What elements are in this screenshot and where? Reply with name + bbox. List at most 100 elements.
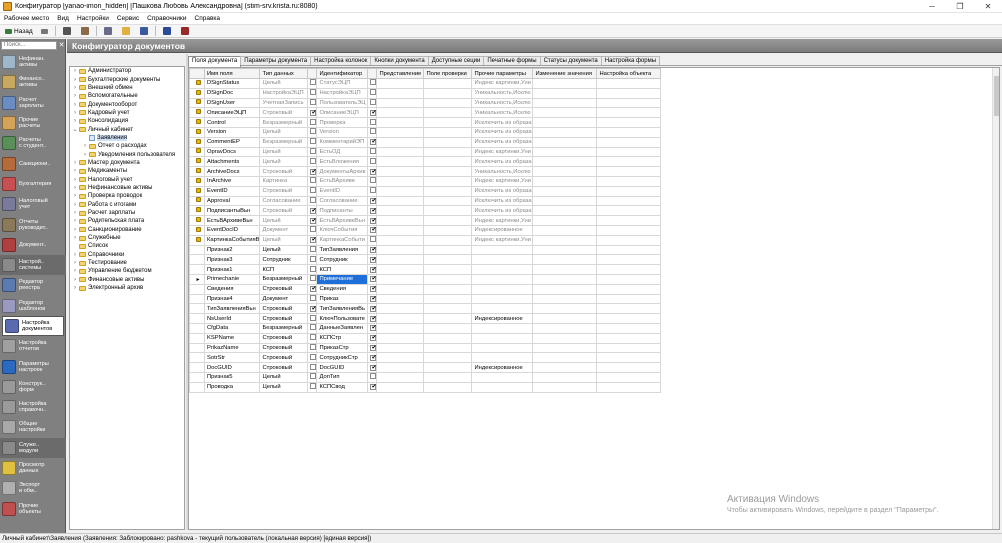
checkbox[interactable] xyxy=(310,363,316,370)
cell-check-field[interactable] xyxy=(423,136,473,148)
cell-check-field[interactable] xyxy=(423,195,473,207)
cell-value-change[interactable] xyxy=(532,185,598,197)
header-data-type[interactable]: Тип данных xyxy=(259,68,309,79)
checkbox[interactable] xyxy=(370,148,376,154)
cell-object-settings[interactable] xyxy=(596,117,662,128)
table-row[interactable]: PrikazName Строковый ПриказСтр ✔ xyxy=(189,342,662,354)
tree-item[interactable]: › Налоговый учет xyxy=(70,175,184,183)
cell-field-name[interactable]: EventDocID xyxy=(203,224,261,236)
cell-object-settings[interactable] xyxy=(596,244,662,256)
cell-value-change[interactable] xyxy=(532,381,598,393)
cell-data-type[interactable]: Строковый xyxy=(259,303,309,315)
cell-check-2[interactable]: ✔ xyxy=(367,224,378,236)
expand-icon[interactable]: › xyxy=(72,168,78,174)
cell-other-params[interactable]: Исключить из образа xyxy=(471,126,534,138)
tab-1[interactable]: Параметры документа xyxy=(240,56,312,65)
nav-item[interactable]: Редактор шаблонов xyxy=(0,296,66,316)
expand-icon[interactable]: › xyxy=(72,68,78,74)
table-row[interactable]: Признак1 КСП КСП ✔ xyxy=(189,264,662,275)
cell-representation[interactable] xyxy=(376,195,425,207)
cell-check-2[interactable]: ✔ xyxy=(367,215,378,226)
table-row[interactable]: ОписаниеЭЦП Строковый ✔ ОписаниеЭЦП ✔ Уникаль… xyxy=(189,107,662,119)
cell-identifier[interactable]: КСПСтр xyxy=(316,332,369,344)
cell-check-1[interactable] xyxy=(307,195,318,207)
cell-object-settings[interactable] xyxy=(596,293,662,305)
nav-item[interactable]: Расчеты с студент.. xyxy=(0,133,66,153)
cell-value-change[interactable] xyxy=(532,293,598,305)
cell-check-field[interactable] xyxy=(423,117,473,128)
cell-data-type[interactable]: Строковый xyxy=(259,107,309,119)
nav-item[interactable]: Экспорт и обм.. xyxy=(0,478,66,498)
cell-field-name[interactable]: DSignStatus xyxy=(203,78,261,89)
cell-object-settings[interactable] xyxy=(596,362,662,373)
checkbox[interactable]: ✔ xyxy=(370,256,376,263)
cell-object-settings[interactable] xyxy=(596,381,662,393)
cell-identifier[interactable]: ТипЗаявленияВь xyxy=(316,303,369,315)
cell-data-type[interactable]: Безразмерный xyxy=(259,117,309,128)
table-row[interactable]: Control Безразмерный Проверка Исключить из … xyxy=(189,117,662,128)
checkbox[interactable] xyxy=(310,128,316,135)
cell-identifier[interactable]: СтатусЭЦП xyxy=(316,78,369,89)
expand-icon[interactable]: › xyxy=(72,160,78,166)
cell-check-2[interactable]: ✔ xyxy=(367,205,378,217)
cell-field-name[interactable]: PrikazName xyxy=(203,342,261,354)
expand-icon[interactable]: › xyxy=(82,143,88,149)
cell-field-name[interactable]: ОписаниеЭЦП xyxy=(203,107,261,119)
cell-data-type[interactable]: Целый xyxy=(259,146,309,158)
back-button[interactable]: Назад xyxy=(0,25,36,38)
search-input[interactable]: Поиск... xyxy=(1,41,57,50)
cell-check-field[interactable] xyxy=(423,303,473,315)
cell-object-settings[interactable] xyxy=(596,185,662,197)
cell-check-2[interactable] xyxy=(367,146,378,158)
expand-icon[interactable]: › xyxy=(72,202,78,208)
nav-item[interactable]: Прочие объекты xyxy=(0,499,66,519)
expand-icon[interactable]: › xyxy=(72,110,78,116)
tree-item[interactable]: › Документооборот xyxy=(70,100,184,108)
cell-check-2[interactable]: ✔ xyxy=(367,107,378,119)
cell-representation[interactable] xyxy=(376,332,425,344)
cell-other-params[interactable]: Индекс картинки,Уни xyxy=(471,146,534,158)
table-row[interactable]: Признак5 Целый ДопТип xyxy=(189,371,662,383)
tab-0[interactable]: Поля документа xyxy=(188,56,242,67)
tree-item[interactable]: › Управление бюджетом xyxy=(70,267,184,275)
cell-identifier[interactable]: Проверка xyxy=(316,117,369,128)
cell-identifier[interactable]: Подписанты xyxy=(316,205,369,217)
checkbox[interactable]: ✔ xyxy=(310,286,316,293)
cell-data-type[interactable]: Строковый xyxy=(259,283,309,295)
open-button[interactable] xyxy=(117,25,135,38)
tree-item[interactable]: › Родительская плата xyxy=(70,217,184,225)
cell-check-1[interactable]: ✔ xyxy=(307,205,318,217)
checkbox[interactable]: ✔ xyxy=(310,168,316,175)
cell-representation[interactable] xyxy=(376,283,425,295)
nav-item[interactable]: Редактор реестра xyxy=(0,275,66,295)
home-button[interactable] xyxy=(58,25,76,38)
cell-check-field[interactable] xyxy=(423,166,473,177)
cell-value-change[interactable] xyxy=(532,87,598,99)
cell-check-1[interactable] xyxy=(307,126,318,138)
cell-check-1[interactable] xyxy=(307,313,318,324)
table-row[interactable]: ТипЗаявленияВьн Строковый ✔ ТипЗаявленияВь ✔ xyxy=(189,303,662,315)
checkbox[interactable] xyxy=(310,275,316,282)
forward-button[interactable] xyxy=(36,25,53,38)
cell-identifier[interactable]: СотрудникСтр xyxy=(316,352,369,364)
cell-object-settings[interactable] xyxy=(596,303,662,315)
cell-field-name[interactable]: ТипЗаявленияВьн xyxy=(203,303,261,315)
cell-representation[interactable] xyxy=(376,185,425,197)
cell-field-name[interactable]: Сведения xyxy=(203,283,261,295)
cell-check-2[interactable] xyxy=(367,126,378,138)
cell-object-settings[interactable] xyxy=(596,146,662,158)
nav-item[interactable]: Просмотр данных xyxy=(0,458,66,478)
cell-value-change[interactable] xyxy=(532,283,598,295)
cell-check-field[interactable] xyxy=(423,107,473,119)
table-row[interactable]: ArchiveDocs Строковый ✔ ДокументыАрхив ✔ Уник… xyxy=(189,166,662,177)
checkbox[interactable]: ✔ xyxy=(310,237,316,244)
cell-field-name[interactable]: OpravDocs xyxy=(203,146,261,158)
table-row[interactable]: Version Целый Version Исключить из образа xyxy=(189,126,662,138)
cell-representation[interactable] xyxy=(376,381,425,393)
table-row[interactable]: ПодписантыВьн Строковый ✔ Подписанты ✔ Исключ… xyxy=(189,205,662,217)
cell-check-1[interactable] xyxy=(307,224,318,236)
header-check-1[interactable] xyxy=(307,68,318,79)
expand-icon[interactable]: › xyxy=(72,268,78,274)
cell-other-params[interactable]: Индексированное xyxy=(471,313,534,324)
nav-item[interactable]: Санкциони.. xyxy=(0,153,66,173)
